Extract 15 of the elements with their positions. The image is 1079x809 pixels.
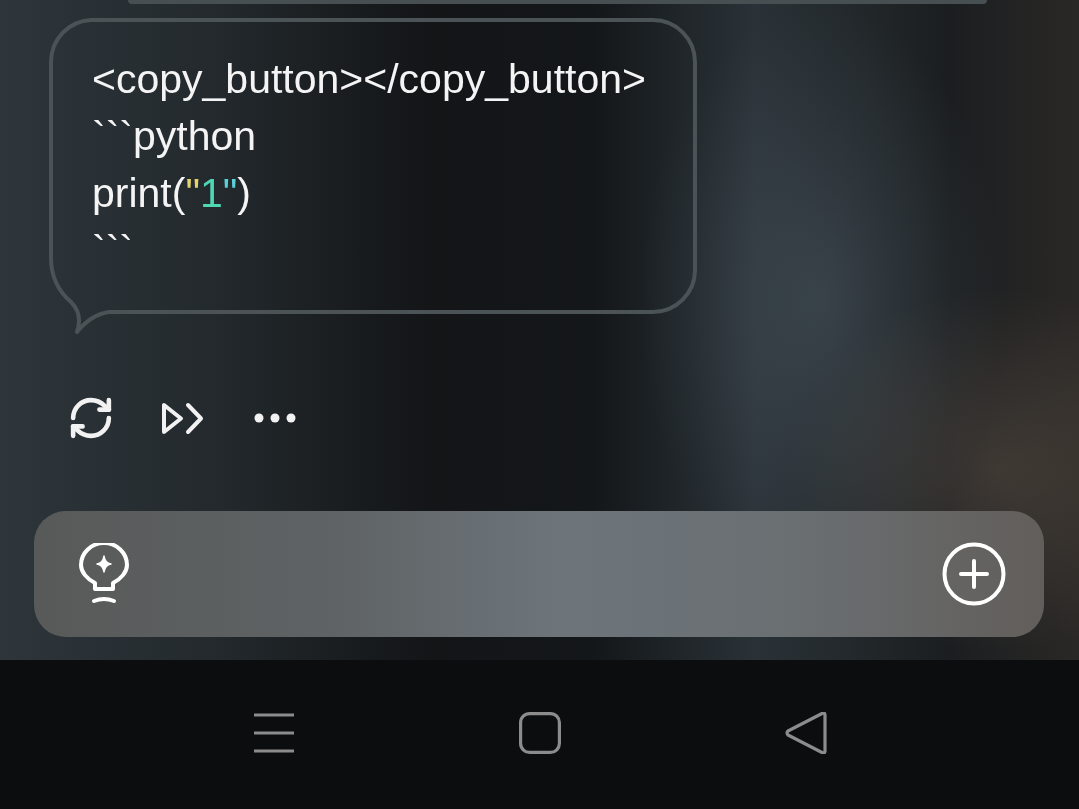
menu-icon [252,712,295,754]
refresh-icon [69,397,112,439]
square-icon [518,712,561,754]
chat-input-field[interactable] [34,511,1044,637]
regenerate-button[interactable] [69,397,112,439]
add-button[interactable] [940,540,1008,608]
lightbulb-icon [78,543,130,605]
fast-forward-icon [161,401,205,435]
code-line: ```python [92,112,257,161]
back-icon [784,712,827,754]
add-icon [942,542,1006,606]
more-icon [254,413,296,423]
code-line: <copy_button></copy_button> [92,55,646,104]
code-line: print("1") [92,169,251,218]
code-line: ``` [92,226,133,275]
